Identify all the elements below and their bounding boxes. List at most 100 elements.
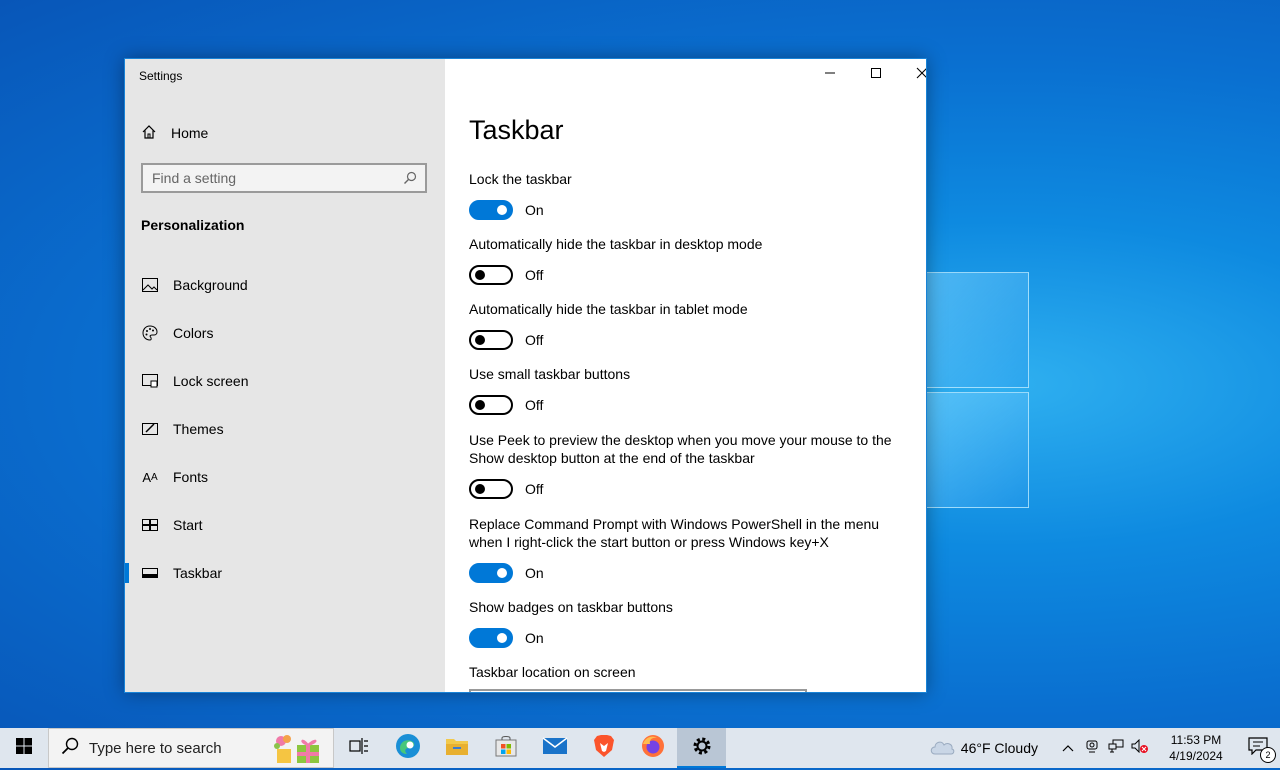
firefox-icon <box>641 734 665 763</box>
peek-toggle[interactable] <box>469 479 513 499</box>
system-clock[interactable]: 11:53 PM 4/19/2024 <box>1156 732 1236 764</box>
autohide-desktop-toggle[interactable] <box>469 265 513 285</box>
minimize-icon <box>824 66 836 84</box>
app-title: Settings <box>139 69 183 83</box>
cloud-icon <box>929 739 955 758</box>
file-explorer-taskbar-button[interactable] <box>432 728 481 768</box>
setting-label: Show badges on taskbar buttons <box>469 599 673 615</box>
setting-badges: Show badges on taskbar buttons On <box>469 598 909 648</box>
maximize-button[interactable] <box>853 59 899 91</box>
small-buttons-toggle[interactable] <box>469 395 513 415</box>
find-setting-search[interactable] <box>141 163 427 193</box>
edge-icon <box>395 733 421 764</box>
task-view-icon <box>348 737 369 760</box>
setting-label: Use Peek to preview the desktop when you… <box>469 432 892 466</box>
sidebar-item-label: Colors <box>173 325 214 341</box>
sidebar-item-label: Start <box>173 517 203 533</box>
action-center-button[interactable]: 2 <box>1236 728 1280 768</box>
webcam-icon <box>1085 739 1099 758</box>
taskbar-icon <box>141 564 159 582</box>
network-button[interactable] <box>1104 728 1128 768</box>
file-explorer-icon <box>445 736 469 761</box>
lock-screen-icon <box>141 372 159 390</box>
powershell-toggle[interactable] <box>469 563 513 583</box>
setting-label: Use small taskbar buttons <box>469 366 631 382</box>
weather-widget[interactable]: 46°F Cloudy <box>929 739 1038 758</box>
show-hidden-icons-button[interactable] <box>1056 728 1080 768</box>
setting-autohide-desktop: Automatically hide the taskbar in deskto… <box>469 235 909 285</box>
sidebar-item-start[interactable]: Start <box>125 505 445 545</box>
close-icon <box>916 66 926 84</box>
store-taskbar-button[interactable] <box>481 728 530 768</box>
page-title: Taskbar <box>469 115 564 145</box>
toggle-state: Off <box>525 481 544 497</box>
toggle-state: Off <box>525 397 544 413</box>
windows-logo-wallpaper <box>925 270 1029 510</box>
home-nav-item[interactable]: Home <box>141 121 208 145</box>
weather-text: 46°F Cloudy <box>960 740 1038 756</box>
clock-date: 4/19/2024 <box>1169 749 1223 763</box>
autohide-tablet-toggle[interactable] <box>469 330 513 350</box>
toggle-state: Off <box>525 267 544 283</box>
sidebar-item-label: Taskbar <box>173 565 223 581</box>
settings-sidebar: Settings Home Personalization Background… <box>125 59 445 692</box>
sidebar-item-colors[interactable]: Colors <box>125 313 445 353</box>
task-view-button[interactable] <box>334 728 383 768</box>
section-title-personalization: Personalization <box>141 217 245 233</box>
sidebar-item-label: Background <box>173 277 248 293</box>
mail-taskbar-button[interactable] <box>530 728 579 768</box>
setting-powershell: Replace Command Prompt with Windows Powe… <box>469 515 909 583</box>
toggle-state: On <box>525 565 544 581</box>
settings-window: Settings Home Personalization Background… <box>124 58 927 693</box>
setting-label: Lock the taskbar <box>469 171 572 187</box>
firefox-taskbar-button[interactable] <box>628 728 677 768</box>
volume-muted-icon <box>1131 738 1149 758</box>
brave-taskbar-button[interactable] <box>579 728 628 768</box>
taskbar-search-text: Type here to search <box>89 739 222 757</box>
meet-now-button[interactable] <box>1080 728 1104 768</box>
toggle-state: On <box>525 630 544 646</box>
setting-label: Replace Command Prompt with Windows Powe… <box>469 516 880 550</box>
notification-count-badge: 2 <box>1260 747 1276 763</box>
edge-taskbar-button[interactable] <box>383 728 432 768</box>
setting-lock-taskbar: Lock the taskbar On <box>469 170 909 220</box>
start-button[interactable] <box>0 728 48 768</box>
clock-time: 11:53 PM <box>1170 733 1222 747</box>
taskbar-location-dropdown[interactable] <box>469 689 807 692</box>
settings-taskbar-button[interactable] <box>677 728 726 768</box>
network-icon <box>1108 739 1124 758</box>
setting-autohide-tablet: Automatically hide the taskbar in tablet… <box>469 300 909 350</box>
maximize-icon <box>870 66 882 84</box>
toggle-state: Off <box>525 332 544 348</box>
sidebar-item-taskbar[interactable]: Taskbar <box>125 553 445 593</box>
find-setting-input[interactable] <box>143 165 401 191</box>
volume-button[interactable] <box>1128 728 1152 768</box>
taskbar: Type here to search 46°F Cloudy 11:53 PM… <box>0 728 1280 768</box>
minimize-button[interactable] <box>807 59 853 91</box>
search-icon <box>403 171 417 190</box>
taskbar-search-box[interactable]: Type here to search <box>48 728 334 768</box>
setting-label: Taskbar location on screen <box>469 664 636 680</box>
home-icon <box>141 124 157 143</box>
mail-icon <box>542 736 568 761</box>
badges-toggle[interactable] <box>469 628 513 648</box>
settings-icon <box>691 735 713 762</box>
brave-icon <box>593 734 615 763</box>
lock-taskbar-toggle[interactable] <box>469 200 513 220</box>
toggle-state: On <box>525 202 544 218</box>
image-icon <box>141 276 159 294</box>
sidebar-item-label: Fonts <box>173 469 209 485</box>
sidebar-item-fonts[interactable]: AA Fonts <box>125 457 445 497</box>
store-icon <box>495 735 517 762</box>
palette-icon <box>141 324 159 342</box>
close-button[interactable] <box>899 59 926 91</box>
search-icon <box>61 737 79 760</box>
sidebar-item-themes[interactable]: Themes <box>125 409 445 449</box>
sidebar-item-lock-screen[interactable]: Lock screen <box>125 361 445 401</box>
home-label: Home <box>171 125 209 141</box>
sidebar-item-background[interactable]: Background <box>125 265 445 305</box>
windows-start-icon <box>16 737 32 759</box>
setting-label: Automatically hide the taskbar in tablet… <box>469 301 748 317</box>
chevron-up-icon <box>1062 739 1074 757</box>
sidebar-item-label: Lock screen <box>173 373 249 389</box>
